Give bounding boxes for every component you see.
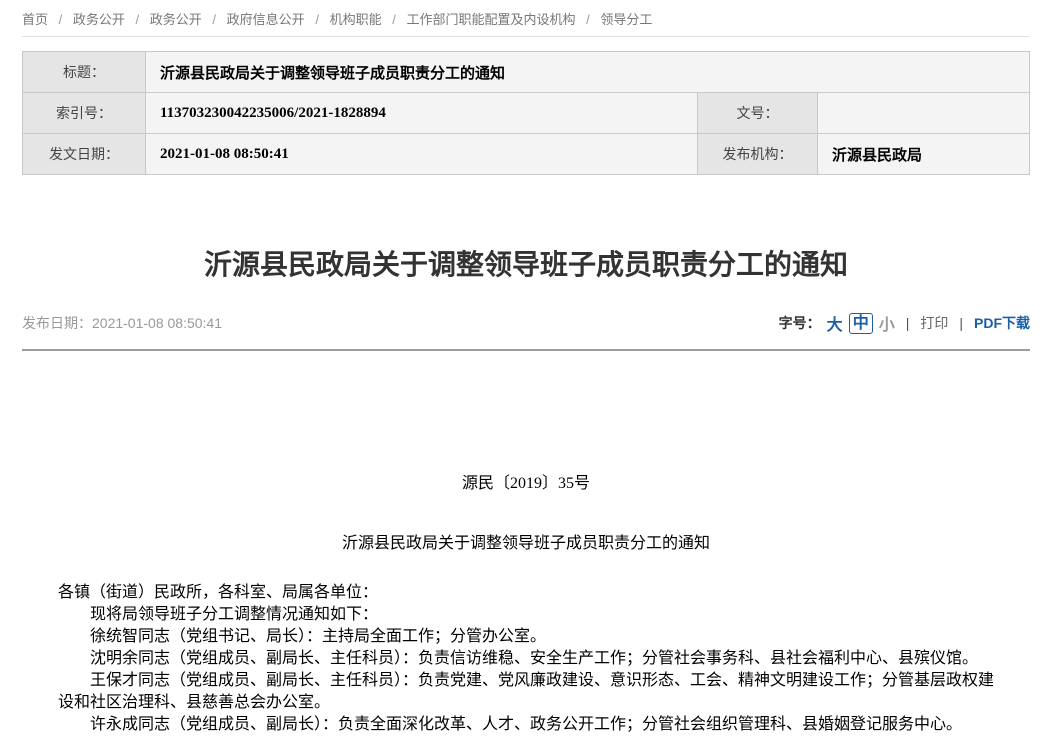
font-size-label: 字号： <box>779 313 821 333</box>
breadcrumb-item-zhengwu-1[interactable]: 政务公开 <box>73 12 125 27</box>
document-body: 各镇（街道）民政所，各科室、局属各单位： 现将局领导班子分工调整情况通知如下： … <box>58 582 994 736</box>
tools-divider: | <box>906 315 910 331</box>
document-paragraph: 现将局领导班子分工调整情况通知如下： <box>58 604 994 626</box>
meta-title-value: 沂源县民政局关于调整领导班子成员职责分工的通知 <box>146 52 1030 93</box>
breadcrumb-separator: / <box>315 12 319 27</box>
document-paragraph: 许永成同志（党组成员、副局长）：负责全面深化改革、人才、政务公开工作；分管社会组… <box>58 714 994 736</box>
breadcrumb-item-leadership[interactable]: 领导分工 <box>600 12 652 27</box>
page-title: 沂源县民政局关于调整领导班子成员职责分工的通知 <box>22 245 1030 285</box>
meta-title-label: 标题： <box>23 52 146 93</box>
breadcrumb-item-gov-info[interactable]: 政府信息公开 <box>227 12 305 27</box>
breadcrumb-separator: / <box>586 12 590 27</box>
meta-row-date: 发文日期： 2021-01-08 08:50:41 发布机构： 沂源县民政局 <box>23 134 1030 175</box>
breadcrumb-separator: / <box>136 12 140 27</box>
breadcrumb-separator: / <box>212 12 216 27</box>
breadcrumb-item-home[interactable]: 首页 <box>22 12 48 27</box>
breadcrumb-separator: / <box>59 12 63 27</box>
document-inner-title: 沂源县民政局关于调整领导班子成员职责分工的通知 <box>58 533 994 555</box>
document-paragraph: 王保才同志（党组成员、副局长、主任科员）：负责党建、党风廉政建设、意识形态、工会… <box>58 670 994 714</box>
meta-org-value: 沂源县民政局 <box>818 134 1030 175</box>
meta-index-value: 113703230042235006/2021-1828894 <box>146 93 698 134</box>
print-button[interactable]: 打印 <box>920 313 948 333</box>
font-size-large-button[interactable]: 大 <box>827 311 843 335</box>
breadcrumb-item-functions[interactable]: 机构职能 <box>330 12 382 27</box>
breadcrumb-item-dept-config[interactable]: 工作部门职能配置及内设机构 <box>406 12 575 27</box>
publish-date-value: 2021-01-08 08:50:41 <box>92 315 222 331</box>
publish-date: 发布日期：2021-01-08 08:50:41 <box>22 313 222 333</box>
publish-date-label: 发布日期： <box>22 315 92 331</box>
document-paragraph: 各镇（街道）民政所，各科室、局属各单位： <box>58 582 994 604</box>
meta-date-value: 2021-01-08 08:50:41 <box>146 134 698 175</box>
breadcrumb-item-zhengwu-2[interactable]: 政务公开 <box>150 12 202 27</box>
breadcrumb: 首页 / 政务公开 / 政务公开 / 政府信息公开 / 机构职能 / 工作部门职… <box>22 0 1030 37</box>
meta-org-label: 发布机构： <box>698 134 818 175</box>
page-container: 首页 / 政务公开 / 政务公开 / 政府信息公开 / 机构职能 / 工作部门职… <box>0 0 1053 736</box>
document-meta-table: 标题： 沂源县民政局关于调整领导班子成员职责分工的通知 索引号： 1137032… <box>22 51 1030 175</box>
document-number: 源民〔2019〕35号 <box>58 473 994 495</box>
article-info-bar: 发布日期：2021-01-08 08:50:41 字号： 大 中 小 | 打印 … <box>22 311 1030 351</box>
meta-index-label: 索引号： <box>23 93 146 134</box>
document-paragraph: 徐统智同志（党组书记、局长）：主持局全面工作；分管办公室。 <box>58 626 994 648</box>
font-size-medium-button[interactable]: 中 <box>849 313 873 334</box>
article-tools: 字号： 大 中 小 | 打印 | PDF下载 <box>779 311 1030 335</box>
pdf-download-button[interactable]: PDF下载 <box>974 313 1030 333</box>
font-size-small-button[interactable]: 小 <box>879 311 895 335</box>
meta-docno-value <box>818 93 1030 134</box>
meta-docno-label: 文号： <box>698 93 818 134</box>
meta-date-label: 发文日期： <box>23 134 146 175</box>
document-paragraph: 沈明余同志（党组成员、副局长、主任科员）：负责信访维稳、安全生产工作；分管社会事… <box>58 648 994 670</box>
tools-divider: | <box>959 315 963 331</box>
meta-row-title: 标题： 沂源县民政局关于调整领导班子成员职责分工的通知 <box>23 52 1030 93</box>
breadcrumb-separator: / <box>392 12 396 27</box>
meta-row-index: 索引号： 113703230042235006/2021-1828894 文号： <box>23 93 1030 134</box>
document-content: 源民〔2019〕35号 沂源县民政局关于调整领导班子成员职责分工的通知 各镇（街… <box>22 351 1030 736</box>
